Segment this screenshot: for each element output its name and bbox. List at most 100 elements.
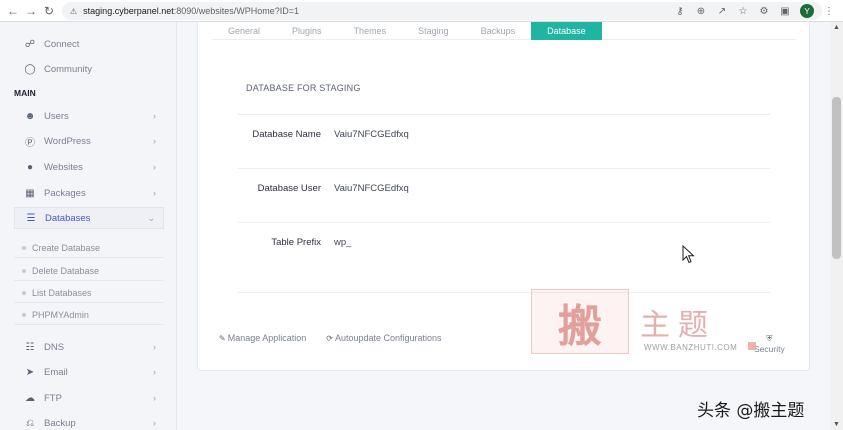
tab-database[interactable]: Database bbox=[531, 22, 602, 40]
backup-icon: ⎌ bbox=[26, 417, 34, 429]
key-icon[interactable]: ⚷ bbox=[674, 6, 686, 17]
manage-application-label: Manage Application bbox=[227, 333, 307, 343]
database-icon: ☰ bbox=[26, 212, 36, 224]
profile-avatar[interactable]: Y bbox=[800, 4, 814, 18]
chevron-down-icon: ⌄ bbox=[147, 212, 155, 223]
divider bbox=[238, 222, 770, 223]
sidebar-item-label: FTP bbox=[44, 392, 62, 404]
chevron-right-icon: › bbox=[153, 188, 156, 198]
sidebar-item-label: WordPress bbox=[44, 135, 91, 147]
paper-plane-icon: ➤ bbox=[25, 366, 35, 378]
tab-backups[interactable]: Backups bbox=[465, 22, 532, 40]
database-user-label: Database User bbox=[257, 183, 321, 194]
tab-plugins[interactable]: Plugins bbox=[276, 22, 338, 40]
users-icon: ☻ bbox=[24, 110, 36, 122]
chevron-right-icon: › bbox=[153, 342, 156, 352]
chevron-right-icon: › bbox=[153, 162, 156, 172]
shield-icon: ⛨ bbox=[766, 334, 773, 343]
page-scrollbar[interactable]: ▲ ▼ bbox=[830, 22, 843, 430]
autoupdate-configurations-link[interactable]: ⟳ Autoupdate Configurations bbox=[326, 333, 441, 343]
cloud-upload-icon: ☁ bbox=[25, 392, 35, 404]
zoom-icon[interactable]: ⊕ bbox=[695, 6, 707, 17]
sidebar-item-label: Packages bbox=[44, 187, 86, 199]
sidebar-item-ftp[interactable]: ☁ FTP › bbox=[14, 387, 164, 409]
forward-icon[interactable]: → bbox=[22, 2, 40, 20]
database-name-value: Vaiu7NFCGEdfxq bbox=[334, 129, 409, 140]
sidebar: ☍ Connect ◯ Community MAIN ☻ Users › Ⓟ W… bbox=[0, 22, 177, 430]
tab-staging[interactable]: Staging bbox=[402, 22, 465, 40]
sidebar-item-community[interactable]: ◯ Community bbox=[14, 58, 164, 80]
sidebar-item-label: Websites bbox=[44, 161, 83, 173]
star-icon[interactable]: ☆ bbox=[737, 6, 749, 17]
link-icon: ☍ bbox=[24, 38, 36, 50]
sidebar-item-packages[interactable]: ▦ Packages › bbox=[14, 182, 164, 204]
database-card: General Plugins Themes Staging Backups D… bbox=[197, 22, 810, 371]
watermark-text: 主题 bbox=[640, 308, 716, 343]
tab-themes[interactable]: Themes bbox=[338, 22, 403, 40]
chevron-right-icon: › bbox=[153, 367, 156, 377]
table-prefix-label: Table Prefix bbox=[271, 237, 321, 248]
menu-icon[interactable]: ⋮ bbox=[823, 6, 835, 17]
sidebar-item-label: Connect bbox=[44, 38, 80, 50]
url-text: staging.cyberpanel.net:8090/websites/WPH… bbox=[83, 6, 300, 16]
sidebar-item-users[interactable]: ☻ Users › bbox=[14, 105, 164, 127]
watermark-url: WWW.BANZHUTI.COM bbox=[644, 343, 738, 352]
sidebar-item-wordpress[interactable]: Ⓟ WordPress › bbox=[14, 130, 164, 152]
chat-icon: ◯ bbox=[24, 63, 36, 75]
scroll-up-icon[interactable]: ▲ bbox=[830, 24, 843, 31]
sidebar-toggle-icon[interactable]: ▣ bbox=[779, 6, 791, 17]
sidebar-item-email[interactable]: ➤ Email › bbox=[14, 361, 164, 383]
chevron-right-icon: › bbox=[153, 136, 156, 146]
section-title: DATABASE FOR STAGING bbox=[246, 83, 361, 93]
sidebar-subitem-create-database[interactable]: Create Database bbox=[14, 238, 164, 258]
sidebar-item-databases[interactable]: ☰ Databases ⌄ bbox=[14, 207, 164, 229]
sidebar-subitem-delete-database[interactable]: Delete Database bbox=[14, 261, 164, 281]
sidebar-item-websites[interactable]: ● Websites › bbox=[14, 156, 164, 178]
sidebar-subitem-label: Create Database bbox=[32, 242, 101, 253]
tab-general[interactable]: General bbox=[212, 22, 276, 40]
mouse-cursor-icon bbox=[682, 245, 695, 264]
not-secure-icon[interactable]: ⚠ bbox=[70, 7, 77, 16]
sidebar-item-label: Email bbox=[44, 366, 68, 378]
sidebar-subitem-label: Delete Database bbox=[32, 265, 100, 276]
watermark-logo-char: 搬 bbox=[558, 300, 602, 352]
manage-icon: ✎ bbox=[219, 334, 226, 343]
tab-bar: General Plugins Themes Staging Backups D… bbox=[212, 22, 796, 40]
divider bbox=[238, 292, 770, 293]
sidebar-item-label: Community bbox=[44, 63, 93, 75]
browser-toolbar: ← → ↻ ⚠ staging.cyberpanel.net:8090/webs… bbox=[0, 0, 843, 22]
watermark-square bbox=[748, 342, 756, 350]
watermark-logo: 搬 bbox=[531, 289, 629, 354]
security-link[interactable]: ⛨ Security bbox=[754, 334, 785, 354]
refresh-icon: ⟳ bbox=[326, 334, 333, 343]
bullet-icon bbox=[22, 290, 26, 295]
sidebar-item-label: DNS bbox=[44, 341, 65, 353]
watermark-credit: 头条 @搬主题 bbox=[697, 401, 805, 421]
chevron-right-icon: › bbox=[153, 111, 156, 121]
bullet-icon bbox=[22, 245, 26, 250]
sidebar-item-connect[interactable]: ☍ Connect bbox=[14, 33, 164, 55]
packages-icon: ▦ bbox=[25, 187, 35, 199]
sidebar-subitem-list-databases[interactable]: List Databases bbox=[14, 283, 164, 303]
manage-application-link[interactable]: ✎ Manage Application bbox=[219, 333, 306, 343]
scroll-down-icon[interactable]: ▼ bbox=[830, 421, 843, 428]
extensions-icon[interactable]: ⚙ bbox=[758, 6, 770, 17]
back-icon[interactable]: ← bbox=[4, 2, 22, 20]
wordpress-icon: Ⓟ bbox=[25, 137, 35, 149]
sidebar-item-dns[interactable]: ☷ DNS › bbox=[14, 336, 164, 358]
database-user-value: Vaiu7NFCGEdfxq bbox=[334, 183, 409, 194]
scroll-thumb[interactable] bbox=[832, 97, 841, 259]
reload-icon[interactable]: ↻ bbox=[40, 2, 58, 20]
sidebar-item-label: Backup bbox=[44, 417, 76, 429]
section-label-main: MAIN bbox=[14, 88, 36, 98]
share-icon[interactable]: ↗ bbox=[716, 6, 728, 17]
sidebar-subitem-label: List Databases bbox=[32, 287, 92, 298]
globe-icon: ● bbox=[26, 161, 34, 173]
bullet-icon bbox=[22, 312, 26, 317]
sidebar-subitem-phpmyadmin[interactable]: PHPMYAdmin bbox=[14, 305, 164, 325]
chevron-right-icon: › bbox=[153, 393, 156, 403]
sidebar-item-label: Users bbox=[44, 110, 69, 122]
sidebar-item-backup[interactable]: ⎌ Backup › bbox=[14, 412, 164, 430]
chevron-right-icon: › bbox=[153, 418, 156, 428]
sidebar-item-label: Databases bbox=[45, 212, 91, 224]
